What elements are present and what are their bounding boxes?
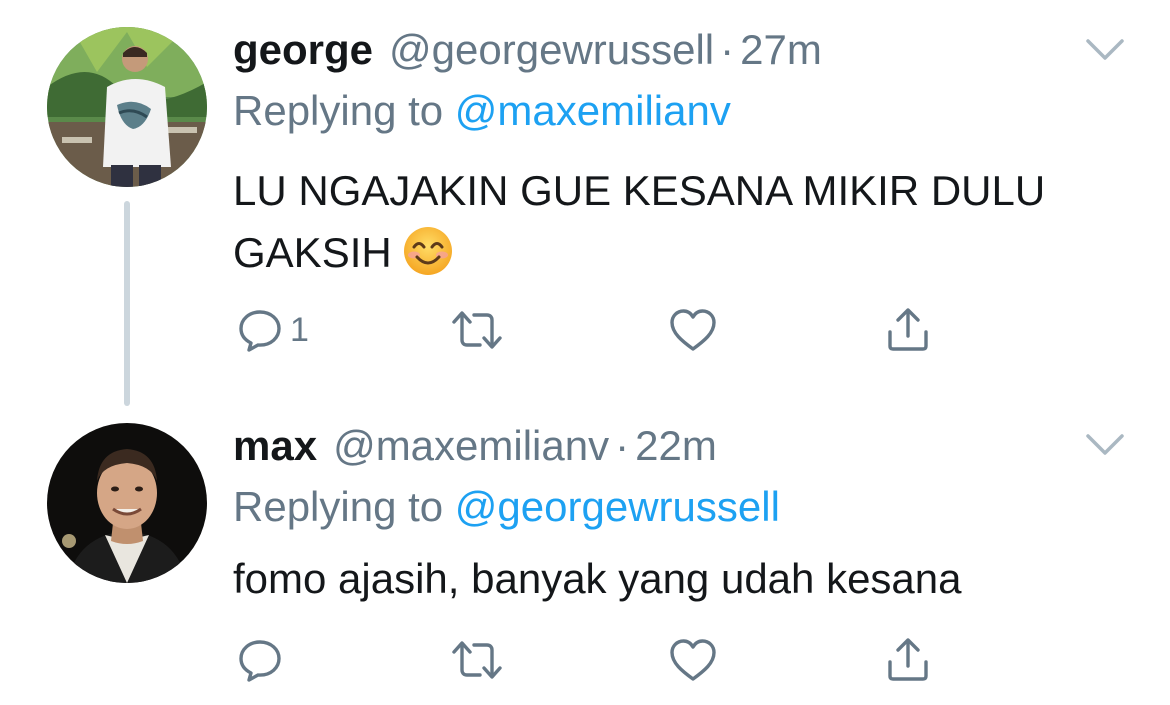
tweet-text: fomo ajasih, banyak yang udah kesana [233, 548, 1133, 610]
replying-to-line: Replying to @georgewrussell [233, 482, 780, 532]
retweet-icon [452, 641, 502, 679]
heart-icon [670, 309, 716, 351]
retweet-icon [452, 311, 502, 349]
display-name[interactable]: max [233, 421, 317, 471]
tweet[interactable]: george @georgewrussell · 27m Replying to… [0, 0, 1170, 406]
reply-bubble-icon [239, 640, 281, 682]
share-icon [888, 308, 928, 351]
tweet-header: max @maxemilianv · 22m [233, 421, 717, 471]
reply-bubble-icon [239, 310, 281, 352]
like-button[interactable] [668, 305, 718, 355]
reply-button[interactable]: 1 [236, 305, 309, 355]
tweet-header: george @georgewrussell · 27m [233, 25, 822, 75]
avatar[interactable] [47, 423, 207, 583]
reply-button[interactable] [236, 635, 290, 685]
chevron-down-icon[interactable] [1085, 36, 1125, 64]
timestamp[interactable]: 27m [740, 25, 822, 75]
avatar-photo-george [47, 27, 207, 187]
timestamp[interactable]: 22m [635, 421, 717, 471]
avatar-photo-max [47, 423, 207, 583]
replying-to-link[interactable]: @maxemilianv [455, 87, 731, 134]
share-button[interactable] [884, 305, 932, 355]
heart-icon [670, 639, 716, 681]
separator-dot: · [720, 26, 735, 73]
tweet-text: LU NGAJAKIN GUE KESANA MIKIR DULU GAKSIH [233, 160, 1133, 284]
replying-to-label: Replying to [233, 483, 455, 530]
share-button[interactable] [884, 635, 932, 685]
tweet[interactable]: max @maxemilianv · 22m Replying to @geor… [0, 405, 1170, 705]
tweet-text-content: fomo ajasih, banyak yang udah kesana [233, 555, 962, 602]
retweet-button[interactable] [450, 635, 504, 685]
conversation-thread: george @georgewrussell · 27m Replying to… [0, 0, 1170, 705]
separator-dot: · [615, 422, 630, 469]
tweet-actions [0, 635, 1170, 685]
share-icon [888, 638, 928, 681]
user-handle[interactable]: @georgewrussell [389, 25, 714, 75]
tweet-actions: 1 [0, 305, 1170, 355]
replying-to-line: Replying to @maxemilianv [233, 86, 731, 136]
retweet-button[interactable] [450, 305, 504, 355]
reply-count: 1 [290, 311, 309, 349]
replying-to-link[interactable]: @georgewrussell [455, 483, 780, 530]
tweet-text-content: LU NGAJAKIN GUE KESANA MIKIR DULU GAKSIH [233, 167, 1046, 276]
user-handle[interactable]: @maxemilianv [333, 421, 609, 471]
chevron-down-icon[interactable] [1085, 431, 1125, 459]
replying-to-label: Replying to [233, 87, 455, 134]
like-button[interactable] [668, 635, 718, 685]
thread-connector-line [124, 201, 130, 406]
display-name[interactable]: george [233, 25, 373, 75]
avatar[interactable] [47, 27, 207, 187]
smiling-face-emoji-icon [403, 227, 452, 275]
